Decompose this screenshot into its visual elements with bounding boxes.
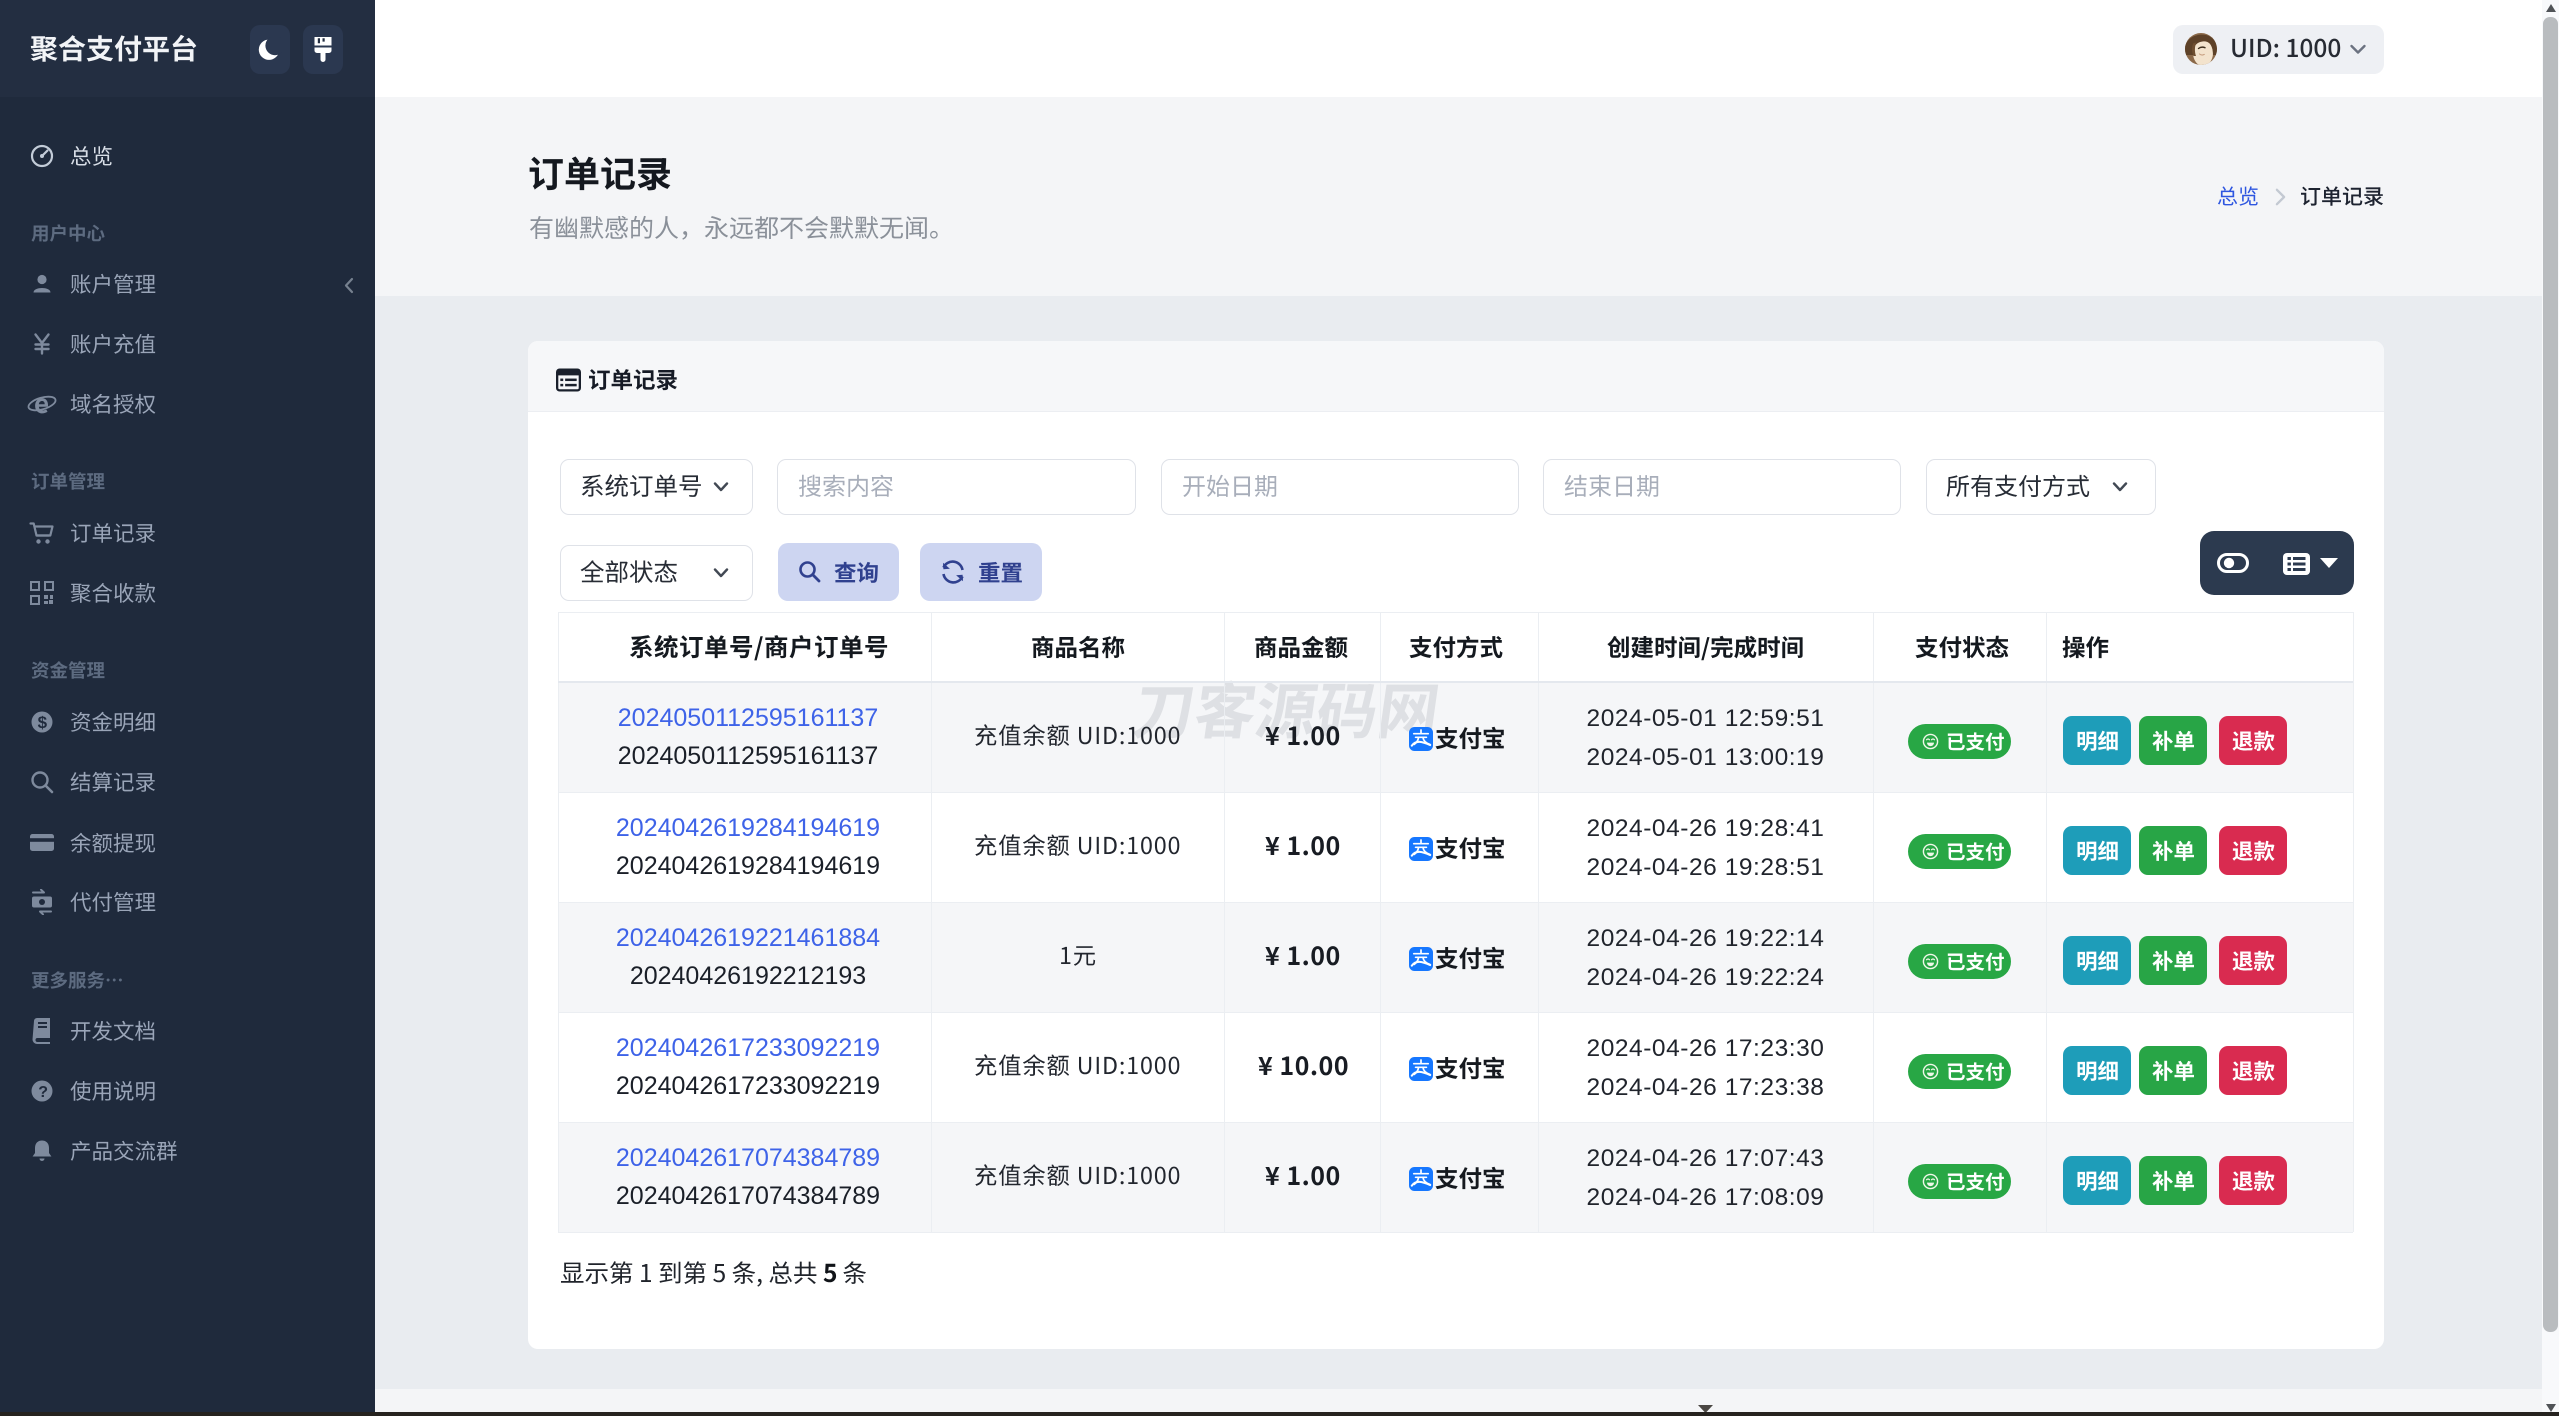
svg-text:?: ? (38, 1084, 48, 1101)
svg-text:$: $ (38, 713, 48, 732)
